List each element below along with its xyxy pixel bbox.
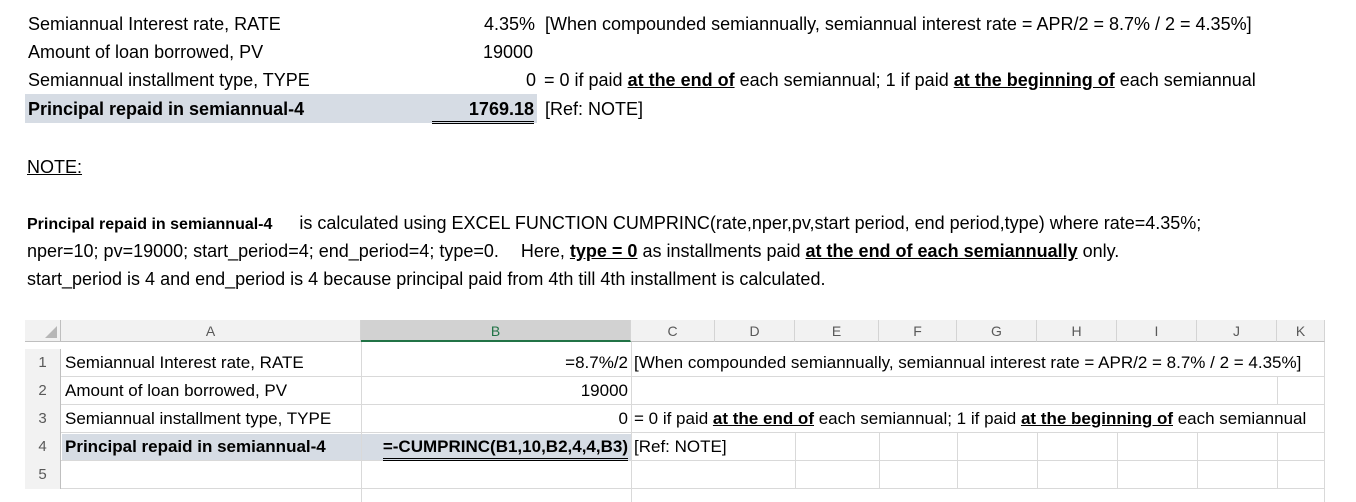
cell-c3-part5: each semiannual: [1173, 409, 1307, 428]
value-principal: 1769.18: [432, 97, 534, 124]
note-rate: [When compounded semiannually, semiannua…: [545, 14, 1252, 34]
gridline-v-j: [1197, 433, 1198, 489]
cell-b4-text: =-CUMPRINC(B1,10,B2,4,4,B3): [382, 436, 628, 461]
value-type: 0: [526, 70, 537, 90]
note-line2-f: only.: [1077, 241, 1120, 261]
cell-b1[interactable]: =8.7%/2: [363, 349, 628, 377]
column-header-g[interactable]: G: [957, 320, 1037, 342]
spreadsheet-grid: A B C D E F G H I J K 1 2 3 4 5 Semiannu…: [25, 320, 1325, 502]
cell-a3[interactable]: Semiannual installment type, TYPE: [65, 405, 331, 433]
note-type-part1: = 0 if paid: [544, 70, 628, 90]
column-header-j[interactable]: J: [1197, 320, 1277, 342]
gridline-v-f: [879, 433, 880, 489]
note-principal: [Ref: NOTE]: [545, 99, 644, 119]
gridline-v-g: [957, 433, 958, 489]
cell-a4[interactable]: Principal repaid in semiannual-4: [65, 433, 326, 461]
cell-c3-part3: each semiannual; 1 if paid: [813, 409, 1021, 428]
row-header-2[interactable]: 2: [25, 377, 61, 405]
note-type-part3: each semiannual; 1 if paid: [734, 70, 954, 90]
note-line3: start_period is 4 and end_period is 4 be…: [27, 269, 826, 289]
value-rate: 4.35%: [484, 14, 536, 34]
note-type: = 0 if paid at the end of each semiannua…: [544, 68, 1256, 92]
cell-c1[interactable]: [When compounded semiannually, semiannua…: [634, 349, 1301, 377]
note-line1: Principal repaid in semiannual-4 is calc…: [27, 211, 1201, 237]
gridline-v-h: [1037, 433, 1038, 489]
gridline-v-i: [1117, 433, 1118, 489]
cell-a2[interactable]: Amount of loan borrowed, PV: [65, 377, 287, 405]
column-header-i[interactable]: I: [1117, 320, 1197, 342]
cell-b2[interactable]: 19000: [363, 377, 628, 405]
gridline-v-k: [1277, 433, 1278, 489]
note-line2-e: at the end of each semiannually: [805, 241, 1078, 261]
note-line2-a: nper=10; pv=19000; start_period=4; end_p…: [27, 241, 499, 261]
column-header-c[interactable]: C: [631, 320, 715, 342]
gridline-h5: [61, 488, 1325, 489]
note-line2: nper=10; pv=19000; start_period=4; end_p…: [27, 239, 1119, 263]
select-all-triangle-icon: [45, 326, 57, 338]
note-type-part5: each semiannual: [1114, 70, 1256, 90]
row-header-4[interactable]: 4: [25, 433, 61, 461]
gridline-v-c: [631, 342, 632, 502]
gridline-v-k-top: [1277, 377, 1278, 405]
column-header-h[interactable]: H: [1037, 320, 1117, 342]
note-bold-lead: Principal repaid in semiannual-4: [27, 216, 273, 233]
cell-c3-end: at the end of: [712, 409, 814, 428]
cell-a1[interactable]: Semiannual Interest rate, RATE: [65, 349, 304, 377]
cell-c3-part1: = 0 if paid: [634, 409, 713, 428]
note-line1-text: is calculated using EXCEL FUNCTION CUMPR…: [294, 213, 1202, 233]
note-type-end: at the end of: [627, 70, 735, 90]
row-header-5[interactable]: 5: [25, 461, 61, 489]
select-all-corner[interactable]: [25, 320, 61, 342]
note-type-beginning: at the beginning of: [953, 70, 1115, 90]
column-header-b[interactable]: B: [361, 320, 631, 342]
row-header-3[interactable]: 3: [25, 405, 61, 433]
cell-c4[interactable]: [Ref: NOTE]: [634, 433, 727, 461]
column-header-k[interactable]: K: [1277, 320, 1325, 342]
cell-c3-beginning: at the beginning of: [1020, 409, 1173, 428]
column-header-f[interactable]: F: [879, 320, 957, 342]
column-header-a[interactable]: A: [61, 320, 361, 342]
gridline-v-e: [795, 433, 796, 489]
gridline-v-end: [1324, 342, 1325, 502]
label-principal: Principal repaid in semiannual-4: [28, 99, 305, 119]
value-pv: 19000: [483, 42, 534, 62]
column-header-d[interactable]: D: [715, 320, 795, 342]
row-header-1[interactable]: 1: [25, 349, 61, 377]
label-rate: Semiannual Interest rate, RATE: [28, 14, 281, 34]
label-type: Semiannual installment type, TYPE: [28, 70, 310, 90]
note-line2-c: type = 0: [569, 241, 638, 261]
gridline-v-b: [361, 342, 362, 502]
label-pv: Amount of loan borrowed, PV: [28, 42, 264, 62]
note-heading: NOTE:: [27, 157, 83, 177]
cell-b4[interactable]: =-CUMPRINC(B1,10,B2,4,4,B3): [363, 433, 628, 461]
note-line2-b: Here,: [520, 241, 570, 261]
cell-c3[interactable]: = 0 if paid at the end of each semiannua…: [634, 405, 1306, 433]
cell-b3[interactable]: 0: [363, 405, 628, 433]
column-header-e[interactable]: E: [795, 320, 879, 342]
note-line2-d: as installments paid: [637, 241, 806, 261]
